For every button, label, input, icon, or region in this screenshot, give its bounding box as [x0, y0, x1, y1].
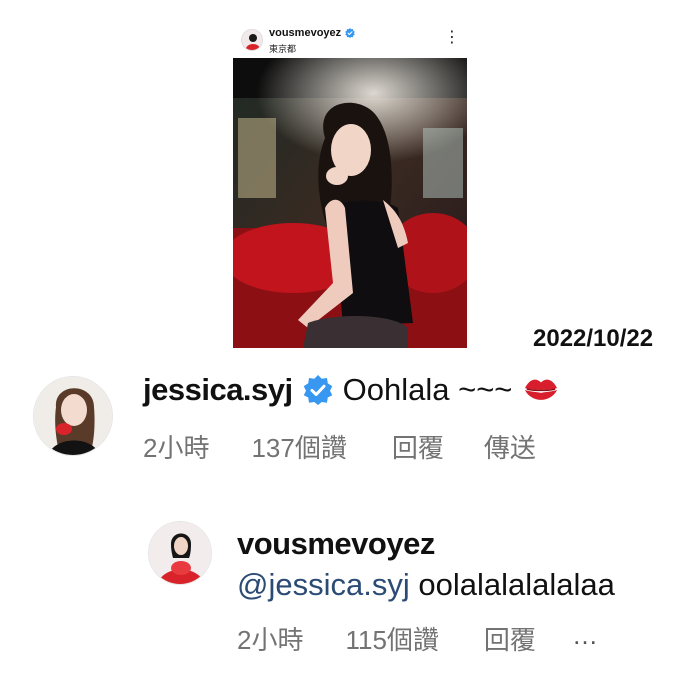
comment-1-likes[interactable]: 137個讚: [251, 428, 346, 465]
comment-1-time: 2小時: [143, 433, 210, 463]
post-location[interactable]: 東京都: [269, 42, 296, 55]
comment-2-body: oolalalalalalaa: [418, 567, 615, 602]
comment-2-likes[interactable]: 115個讚: [345, 620, 438, 657]
comment-1-username[interactable]: jessica.syj: [143, 372, 293, 408]
comment-2-more-icon[interactable]: …: [572, 620, 598, 657]
verified-badge-icon: [345, 28, 355, 38]
reply-avatar[interactable]: [148, 521, 212, 585]
kiss-mark-icon: [525, 379, 558, 400]
comment-1-line: jessica.syj Oohlala ~~~: [143, 372, 560, 408]
post-photo[interactable]: [233, 58, 467, 348]
comment-2-username[interactable]: vousmevoyez: [237, 526, 435, 562]
comment-1-meta: 2小時 137個讚 回覆 傳送: [143, 428, 536, 465]
verified-badge-icon: [303, 375, 332, 405]
more-options-icon[interactable]: ⋮: [444, 30, 460, 46]
post-username[interactable]: vousmevoyez: [269, 27, 341, 39]
post-username-row[interactable]: vousmevoyez: [269, 27, 355, 39]
comment-2-meta: 2小時 115個讚 回覆 …: [237, 620, 598, 657]
comment-1-text: Oohlala ~~~: [342, 372, 513, 407]
post-avatar[interactable]: [241, 29, 263, 51]
commenter-avatar[interactable]: [33, 376, 113, 456]
comment-1-send-button[interactable]: 傳送: [484, 428, 536, 465]
comment-2-mention[interactable]: @jessica.syj: [237, 567, 410, 602]
comment-2-text: @jessica.syj oolalalalalalaa: [237, 567, 615, 603]
comment-2-reply-button[interactable]: 回覆: [484, 620, 536, 657]
comment-2-time: 2小時: [237, 625, 304, 655]
comment-1-reply-button[interactable]: 回覆: [392, 428, 444, 465]
date-stamp: 2022/10/22: [533, 325, 654, 352]
